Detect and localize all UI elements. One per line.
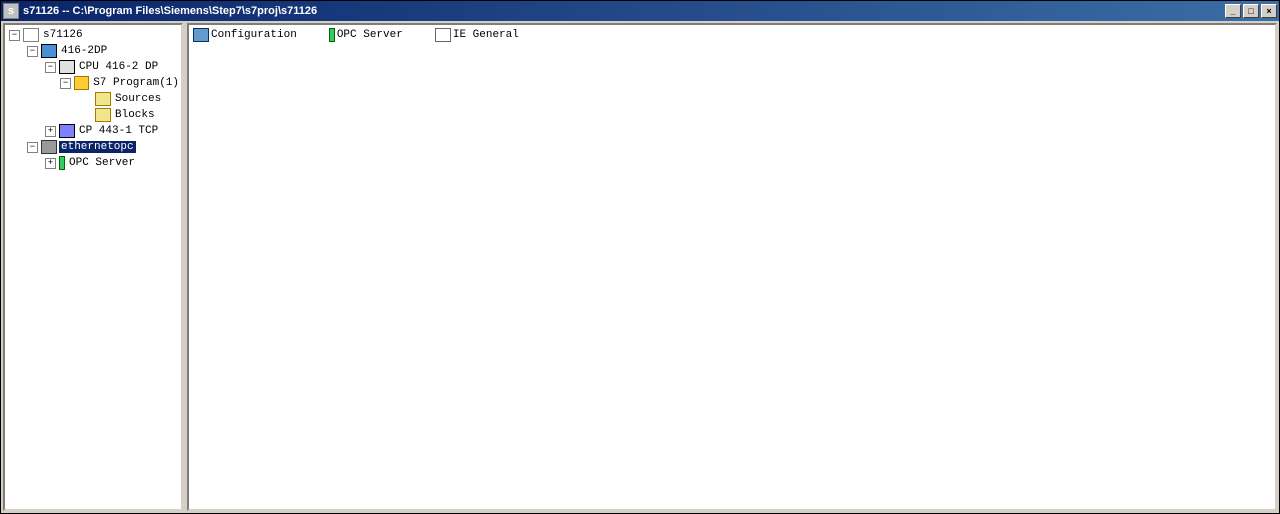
cpu-icon — [59, 60, 75, 74]
expander-icon[interactable]: − — [27, 46, 38, 57]
expander-icon[interactable]: − — [9, 30, 20, 41]
tree-node-blocks[interactable]: Blocks — [5, 107, 181, 123]
tree-label[interactable]: 416-2DP — [59, 45, 109, 57]
tree-node-project[interactable]: − s71126 — [5, 27, 181, 43]
expander-blank — [81, 110, 92, 121]
maximize-button[interactable]: □ — [1243, 4, 1259, 18]
expander-icon[interactable]: + — [45, 126, 56, 137]
ethernet-icon — [41, 140, 57, 154]
content-item-opc-server[interactable]: OPC Server — [329, 27, 403, 43]
content-item-configuration[interactable]: Configuration — [193, 27, 297, 43]
tree-node-cp[interactable]: + CP 443-1 TCP — [5, 123, 181, 139]
program-icon — [74, 76, 89, 90]
tree-label-selected[interactable]: ethernetopc — [59, 141, 136, 153]
tree-label[interactable]: CP 443-1 TCP — [77, 125, 160, 137]
opc-icon — [329, 28, 335, 42]
tree-label[interactable]: S7 Program(1) — [91, 77, 181, 89]
tree-label[interactable]: OPC Server — [67, 157, 137, 169]
ie-general-icon — [435, 28, 451, 42]
expander-icon[interactable]: − — [27, 142, 38, 153]
content-panel[interactable]: Configuration OPC Server IE General — [187, 23, 1277, 511]
tree-node-station[interactable]: − 416-2DP — [5, 43, 181, 59]
expander-icon[interactable]: + — [45, 158, 56, 169]
content-item-ie-general[interactable]: IE General — [435, 27, 519, 43]
station-icon — [41, 44, 57, 58]
window-controls: _ □ × — [1225, 4, 1277, 18]
project-icon — [23, 28, 39, 42]
configuration-icon — [193, 28, 209, 42]
close-button[interactable]: × — [1261, 4, 1277, 18]
content-label: OPC Server — [337, 29, 403, 41]
tree-node-sources[interactable]: Sources — [5, 91, 181, 107]
tree-label[interactable]: Sources — [113, 93, 163, 105]
app-icon: s — [3, 3, 19, 19]
client-area: − s71126 − 416-2DP − CPU 416-2 DP − S7 P… — [1, 21, 1279, 513]
tree-node-cpu[interactable]: − CPU 416-2 DP — [5, 59, 181, 75]
tree-label[interactable]: s71126 — [41, 29, 85, 41]
content-label: Configuration — [211, 29, 297, 41]
expander-icon[interactable]: − — [60, 78, 71, 89]
tree-node-ethernetopc[interactable]: − ethernetopc — [5, 139, 181, 155]
tree-node-opcserver[interactable]: + OPC Server — [5, 155, 181, 171]
cp-icon — [59, 124, 75, 138]
content-label: IE General — [453, 29, 519, 41]
opc-icon — [59, 156, 65, 170]
tree-panel[interactable]: − s71126 − 416-2DP − CPU 416-2 DP − S7 P… — [3, 23, 183, 511]
folder-icon — [95, 108, 111, 122]
tree-node-program[interactable]: − S7 Program(1) — [5, 75, 181, 91]
tree-label[interactable]: CPU 416-2 DP — [77, 61, 160, 73]
expander-icon[interactable]: − — [45, 62, 56, 73]
minimize-button[interactable]: _ — [1225, 4, 1241, 18]
window-title: s71126 -- C:\Program Files\Siemens\Step7… — [23, 5, 1225, 17]
titlebar: s s71126 -- C:\Program Files\Siemens\Ste… — [1, 1, 1279, 21]
tree-label[interactable]: Blocks — [113, 109, 157, 121]
expander-blank — [81, 94, 92, 105]
folder-icon — [95, 92, 111, 106]
